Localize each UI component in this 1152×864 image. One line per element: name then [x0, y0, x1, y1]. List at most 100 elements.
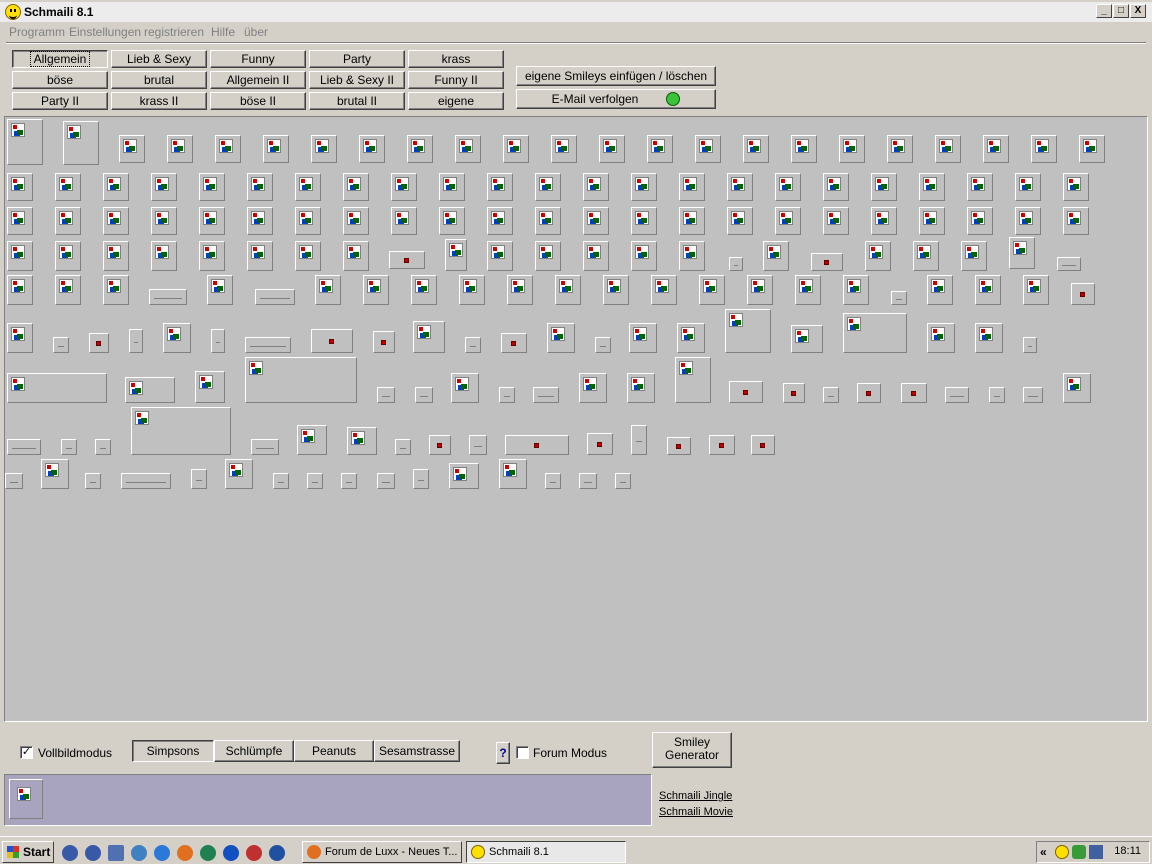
smiley-slot[interactable]: [535, 173, 561, 201]
smiley-slot[interactable]: [225, 459, 253, 489]
smiley-slot[interactable]: [391, 173, 417, 201]
smiley-slot[interactable]: [503, 135, 529, 163]
smiley-slot[interactable]: [163, 323, 191, 353]
smiley-slot[interactable]: [627, 373, 655, 403]
smiley-slot[interactable]: [631, 173, 657, 201]
smiley-slot[interactable]: [839, 135, 865, 163]
smiley-slot[interactable]: [245, 357, 357, 403]
smiley-slot[interactable]: [677, 323, 705, 353]
tab-sesamstrasse[interactable]: Sesamstrasse: [374, 740, 460, 762]
smiley-slot[interactable]: [439, 207, 465, 235]
smiley-slot[interactable]: [961, 241, 987, 271]
smiley-slot[interactable]: [121, 473, 171, 489]
smiley-slot[interactable]: [1071, 283, 1095, 305]
smiley-slot[interactable]: [1063, 173, 1089, 201]
smiley-slot[interactable]: [823, 207, 849, 235]
smiley-slot[interactable]: [675, 357, 711, 403]
smiley-slot[interactable]: [451, 373, 479, 403]
smiley-slot[interactable]: [919, 207, 945, 235]
smiley-slot[interactable]: [919, 173, 945, 201]
smiley-slot[interactable]: [1023, 387, 1043, 403]
smiley-slot[interactable]: [533, 387, 559, 403]
smiley-slot[interactable]: [727, 207, 753, 235]
smiley-slot[interactable]: [439, 173, 465, 201]
smiley-slot[interactable]: [535, 241, 561, 271]
category-button[interactable]: krass: [408, 50, 504, 68]
smiley-slot[interactable]: [901, 383, 927, 403]
smiley-slot[interactable]: [555, 275, 581, 305]
category-button[interactable]: krass II: [111, 92, 207, 110]
smiley-slot[interactable]: [7, 207, 33, 235]
link-jingle[interactable]: Schmaili Jingle: [659, 790, 732, 802]
smiley-slot[interactable]: [579, 373, 607, 403]
smiley-slot[interactable]: [7, 323, 33, 353]
smiley-slot[interactable]: [7, 119, 43, 165]
category-button[interactable]: eigene: [408, 92, 504, 110]
smiley-slot[interactable]: [695, 135, 721, 163]
tab-simpsons[interactable]: Simpsons: [132, 740, 214, 762]
smiley-slot[interactable]: [891, 291, 907, 305]
smiley-generator-button[interactable]: Smiley Generator: [652, 732, 732, 768]
category-button[interactable]: Funny II: [408, 71, 504, 89]
smiley-slot[interactable]: [871, 207, 897, 235]
menu-einstellungen[interactable]: Einstellungen: [69, 25, 141, 39]
smiley-slot[interactable]: [679, 241, 705, 271]
own-smileys-button[interactable]: eigene Smileys einfügen / löschen: [516, 66, 716, 86]
smiley-slot[interactable]: [599, 135, 625, 163]
smiley-slot[interactable]: [343, 241, 369, 271]
smiley-slot[interactable]: [811, 253, 843, 271]
smiley-slot[interactable]: [55, 207, 81, 235]
smiley-slot[interactable]: [1015, 173, 1041, 201]
quicklaunch-desktop-icon[interactable]: [108, 845, 124, 861]
smiley-slot[interactable]: [7, 241, 33, 271]
quicklaunch-firefox-icon[interactable]: [177, 845, 193, 861]
smiley-slot[interactable]: [857, 383, 881, 403]
smiley-canvas[interactable]: [4, 116, 1148, 722]
smiley-slot[interactable]: [1015, 207, 1041, 235]
smiley-slot[interactable]: [245, 337, 291, 353]
start-button[interactable]: Start: [2, 841, 54, 863]
category-button[interactable]: Lieb & Sexy II: [309, 71, 405, 89]
smiley-slot[interactable]: [465, 337, 481, 353]
close-button[interactable]: X: [1130, 4, 1146, 18]
smiley-slot[interactable]: [795, 275, 821, 305]
preview-area[interactable]: [4, 774, 652, 826]
smiley-slot[interactable]: [247, 241, 273, 271]
smiley-slot[interactable]: [935, 135, 961, 163]
smiley-slot[interactable]: [85, 473, 101, 489]
smiley-slot[interactable]: [389, 251, 425, 269]
smiley-slot[interactable]: [199, 241, 225, 271]
smiley-slot[interactable]: [149, 289, 187, 305]
smiley-slot[interactable]: [307, 473, 323, 489]
smiley-slot[interactable]: [631, 207, 657, 235]
smiley-slot[interactable]: [865, 241, 891, 271]
smiley-slot[interactable]: [311, 329, 353, 353]
smiley-slot[interactable]: [415, 387, 433, 403]
smiley-slot[interactable]: [1057, 257, 1081, 271]
category-button[interactable]: Party II: [12, 92, 108, 110]
smiley-slot[interactable]: [129, 329, 143, 353]
smiley-slot[interactable]: [945, 387, 969, 403]
smiley-slot[interactable]: [247, 207, 273, 235]
smiley-slot[interactable]: [823, 387, 839, 403]
smiley-slot[interactable]: [407, 135, 433, 163]
smiley-slot[interactable]: [377, 387, 395, 403]
smiley-slot[interactable]: [469, 435, 487, 455]
title-bar[interactable]: Schmaili 8.1 _ □ X: [0, 2, 1152, 22]
smiley-slot[interactable]: [579, 473, 597, 489]
smiley-slot[interactable]: [347, 427, 377, 455]
maximize-button[interactable]: □: [1113, 4, 1129, 18]
smiley-slot[interactable]: [315, 275, 341, 305]
smiley-slot[interactable]: [487, 241, 513, 271]
tray-chevron[interactable]: «: [1040, 845, 1047, 859]
smiley-slot[interactable]: [927, 275, 953, 305]
smiley-slot[interactable]: [199, 173, 225, 201]
smiley-slot[interactable]: [7, 439, 41, 455]
smiley-slot[interactable]: [295, 241, 321, 271]
smiley-slot[interactable]: [631, 241, 657, 271]
smiley-slot[interactable]: [595, 337, 611, 353]
smiley-slot[interactable]: [391, 207, 417, 235]
task-schmaili[interactable]: Schmaili 8.1: [466, 841, 626, 863]
smiley-slot[interactable]: [631, 425, 647, 455]
smiley-slot[interactable]: [547, 323, 575, 353]
